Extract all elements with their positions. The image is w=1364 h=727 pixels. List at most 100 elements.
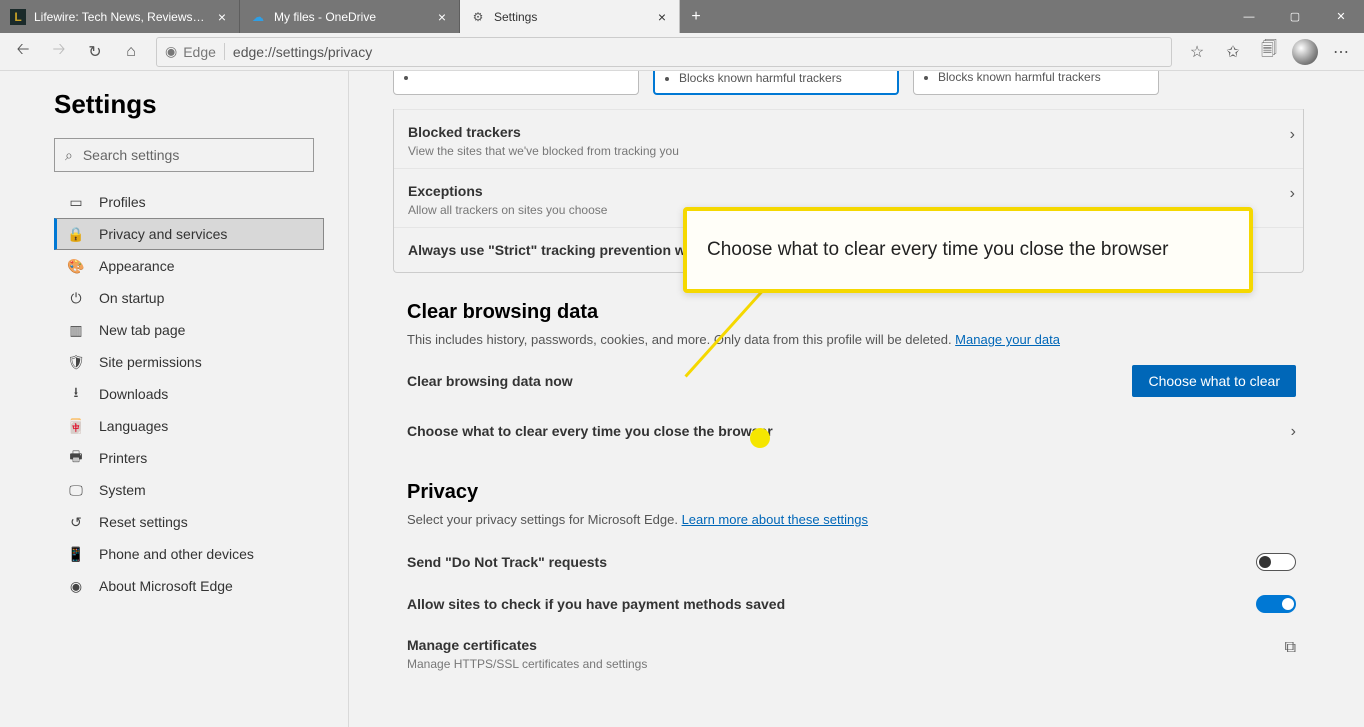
settings-sidebar: Settings ⌕ Search settings ▭Profiles 🔒 Pr… (0, 71, 348, 727)
toolbar: 🡠 🡢 ↻ ⌂ ◉Edge edge://settings/privacy ☆ … (0, 33, 1364, 71)
tab-lifewire[interactable]: L Lifewire: Tech News, Reviews, He × (0, 0, 240, 33)
sidebar-item-newtab[interactable]: ▥ New tab page (54, 314, 324, 346)
phone-icon: 📱 (67, 546, 85, 563)
dnt-label: Send "Do Not Track" requests (407, 554, 607, 570)
tracking-card-strict[interactable]: Blocks known harmful trackers (913, 71, 1159, 95)
section-subtitle: Select your privacy settings for Microso… (407, 512, 1304, 527)
tab-onedrive[interactable]: ☁ My files - OneDrive × (240, 0, 460, 33)
learn-more-link[interactable]: Learn more about these settings (682, 512, 868, 527)
row-subtitle: Allow all trackers on sites you choose (408, 203, 607, 217)
row-manage-certificates[interactable]: Manage certificates Manage HTTPS/SSL cer… (393, 625, 1304, 675)
favicon-lifewire: L (10, 9, 26, 25)
row-title: Manage certificates (407, 637, 647, 653)
row-blocked-trackers[interactable]: Blocked trackers View the sites that we'… (394, 109, 1303, 168)
choose-what-to-clear-button[interactable]: Choose what to clear (1132, 365, 1296, 397)
window-minimize[interactable]: — (1226, 0, 1272, 33)
tab-settings[interactable]: ⚙ Settings × (460, 0, 680, 33)
row-title: Blocked trackers (408, 124, 679, 140)
external-link-icon: ⧉ (1285, 639, 1296, 657)
sidebar-item-languages[interactable]: 🀄 Languages (54, 410, 324, 442)
sidebar-item-label: Privacy and services (99, 226, 227, 242)
gear-icon: ⚙ (470, 9, 486, 25)
tab-title: Settings (494, 10, 647, 24)
window-close[interactable]: ✕ (1318, 0, 1364, 33)
row-subtitle: Manage HTTPS/SSL certificates and settin… (407, 657, 647, 671)
sidebar-item-label: Languages (99, 418, 168, 434)
home-button[interactable]: ⌂ (114, 36, 148, 68)
sidebar-item-label: Downloads (99, 386, 168, 402)
sidebar-item-downloads[interactable]: ⭳ Downloads (54, 378, 324, 410)
close-icon[interactable]: × (215, 9, 229, 25)
sidebar-item-appearance[interactable]: 🎨Appearance (54, 250, 324, 282)
tracking-card-balanced[interactable]: Blocks known harmful trackers (653, 71, 899, 95)
settings-heading: Settings (54, 89, 324, 120)
card-bullet: Blocks known harmful trackers (679, 71, 887, 85)
window-maximize[interactable]: ▢ (1272, 0, 1318, 33)
forward-button[interactable]: 🡢 (42, 36, 76, 68)
payment-label: Allow sites to check if you have payment… (407, 596, 785, 612)
favorites-icon[interactable]: ✩ (1216, 36, 1250, 68)
row-title: Exceptions (408, 183, 607, 199)
power-icon: ⏻ (67, 290, 85, 307)
close-icon[interactable]: × (655, 9, 669, 25)
manage-data-link[interactable]: Manage your data (955, 332, 1060, 347)
callout-text: Choose what to clear every time you clos… (707, 239, 1169, 261)
search-icon: ⌕ (65, 147, 73, 164)
annotation-callout: Choose what to clear every time you clos… (683, 207, 1253, 293)
chevron-right-icon: › (1290, 126, 1295, 144)
sidebar-item-about[interactable]: ◉ About Microsoft Edge (54, 570, 324, 602)
row-choose-close[interactable]: Choose what to clear every time you clos… (393, 409, 1304, 453)
card-bullet: Blocks known harmful trackers (938, 71, 1148, 84)
search-placeholder: Search settings (83, 147, 180, 163)
sidebar-item-label: Site permissions (99, 354, 202, 370)
callout-dot (750, 428, 770, 448)
chevron-right-icon: › (1290, 185, 1295, 203)
favorite-star-icon[interactable]: ☆ (1180, 36, 1214, 68)
close-icon[interactable]: × (435, 9, 449, 25)
reset-icon: ↺ (67, 514, 85, 531)
sidebar-item-label: Appearance (99, 258, 175, 274)
profile-avatar[interactable] (1288, 36, 1322, 68)
sidebar-item-phone[interactable]: 📱Phone and other devices (54, 538, 324, 570)
sidebar-item-label: System (99, 482, 146, 498)
sidebar-item-label: On startup (99, 290, 164, 306)
address-bar[interactable]: ◉Edge edge://settings/privacy (156, 37, 1172, 67)
sidebar-item-label: Printers (99, 450, 147, 466)
search-input[interactable]: ⌕ Search settings (54, 138, 314, 172)
sidebar-item-privacy[interactable]: 🔒 Privacy and services (54, 218, 324, 250)
more-menu-icon[interactable]: ⋯ (1324, 36, 1358, 68)
sidebar-item-profiles[interactable]: ▭Profiles (54, 186, 324, 218)
refresh-button[interactable]: ↻ (78, 36, 112, 68)
titlebar: L Lifewire: Tech News, Reviews, He × ☁ M… (0, 0, 1364, 33)
sidebar-item-reset[interactable]: ↺Reset settings (54, 506, 324, 538)
lock-icon: 🔒 (67, 226, 85, 243)
row-subtitle: View the sites that we've blocked from t… (408, 144, 679, 158)
sidebar-item-startup[interactable]: ⏻ On startup (54, 282, 324, 314)
back-button[interactable]: 🡠 (6, 36, 40, 68)
sidebar-item-printers[interactable]: 🖶Printers (54, 442, 324, 474)
sidebar-item-siteperm[interactable]: 🛡Site permissions (54, 346, 324, 378)
tab-icon: ▥ (67, 322, 85, 339)
tracking-card-basic[interactable] (393, 71, 639, 95)
section-subtitle: This includes history, passwords, cookie… (407, 332, 1304, 347)
tab-title: My files - OneDrive (274, 10, 427, 24)
choose-close-label: Choose what to clear every time you clos… (407, 423, 773, 439)
chevron-right-icon: › (1291, 423, 1296, 441)
tab-title: Lifewire: Tech News, Reviews, He (34, 10, 207, 24)
collections-icon[interactable]: 🗐 (1252, 36, 1286, 68)
download-icon: ⭳ (67, 382, 85, 406)
new-tab-button[interactable]: + (680, 0, 712, 33)
edge-icon-label: ◉Edge (165, 43, 225, 60)
dnt-toggle[interactable] (1256, 553, 1296, 571)
language-icon: 🀄 (67, 418, 85, 435)
edge-icon: ◉ (67, 578, 85, 595)
sidebar-item-label: Profiles (99, 194, 146, 210)
sidebar-item-system[interactable]: 🖵System (54, 474, 324, 506)
payment-toggle[interactable] (1256, 595, 1296, 613)
section-heading-privacy: Privacy (407, 481, 1304, 504)
row-title: Always use "Strict" tracking prevention … (408, 242, 702, 258)
section-heading-clear: Clear browsing data (407, 301, 1304, 324)
favicon-onedrive: ☁ (250, 9, 266, 25)
sidebar-item-label: About Microsoft Edge (99, 578, 233, 594)
sidebar-item-label: New tab page (99, 322, 185, 338)
